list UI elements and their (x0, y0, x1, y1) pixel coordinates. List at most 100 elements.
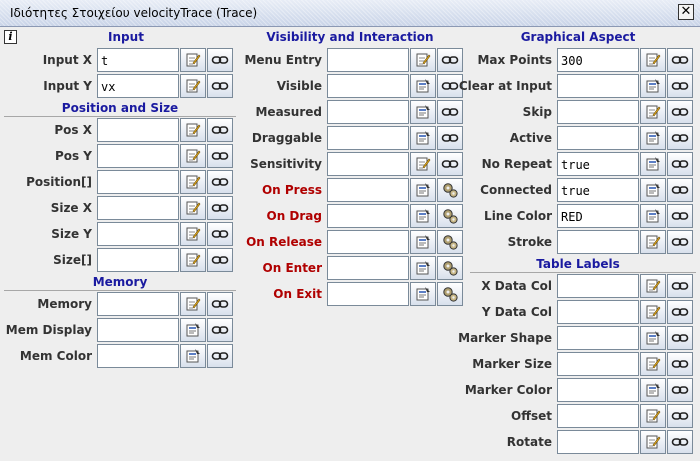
link-button[interactable] (667, 430, 693, 454)
link-button[interactable] (667, 126, 693, 150)
close-button[interactable]: ✕ (678, 4, 694, 20)
options-button[interactable] (410, 178, 436, 202)
property-value-field[interactable]: RED (557, 204, 639, 228)
property-value-field[interactable] (557, 126, 639, 150)
edit-button[interactable] (180, 118, 206, 142)
property-value-field[interactable] (557, 100, 639, 124)
options-button[interactable] (180, 318, 206, 342)
link-button[interactable] (207, 196, 233, 220)
link-button[interactable] (437, 100, 463, 124)
options-button[interactable] (640, 326, 666, 350)
link-button[interactable] (207, 344, 233, 368)
options-button[interactable] (410, 126, 436, 150)
property-value-field[interactable] (327, 178, 409, 202)
options-button[interactable] (640, 74, 666, 98)
property-value-field[interactable]: t (97, 48, 179, 72)
link-button[interactable] (667, 152, 693, 176)
link-button[interactable] (207, 74, 233, 98)
edit-button[interactable] (640, 300, 666, 324)
edit-button[interactable] (640, 100, 666, 124)
edit-button[interactable] (180, 144, 206, 168)
link-button[interactable] (667, 352, 693, 376)
property-value-field[interactable] (557, 378, 639, 402)
gears-button[interactable] (437, 204, 463, 228)
property-value-field[interactable] (97, 248, 179, 272)
link-button[interactable] (667, 48, 693, 72)
edit-button[interactable] (410, 152, 436, 176)
property-value-field[interactable] (327, 282, 409, 306)
link-button[interactable] (207, 318, 233, 342)
options-button[interactable] (410, 230, 436, 254)
property-value-field[interactable]: vx (97, 74, 179, 98)
property-value-field[interactable] (327, 204, 409, 228)
options-button[interactable] (410, 256, 436, 280)
property-value-field[interactable] (97, 118, 179, 142)
gears-button[interactable] (437, 256, 463, 280)
options-button[interactable] (410, 74, 436, 98)
property-value-field[interactable] (97, 144, 179, 168)
property-value-field[interactable] (557, 352, 639, 376)
property-value-field[interactable] (327, 256, 409, 280)
edit-button[interactable] (180, 222, 206, 246)
link-button[interactable] (667, 274, 693, 298)
link-button[interactable] (667, 378, 693, 402)
property-value-field[interactable] (327, 230, 409, 254)
property-value-field[interactable]: true (557, 152, 639, 176)
link-button[interactable] (207, 248, 233, 272)
edit-button[interactable] (640, 352, 666, 376)
property-value-field[interactable] (557, 404, 639, 428)
property-value-field[interactable] (97, 318, 179, 342)
property-value-field[interactable] (97, 292, 179, 316)
link-button[interactable] (207, 48, 233, 72)
link-button[interactable] (207, 292, 233, 316)
property-value-field[interactable] (97, 170, 179, 194)
gears-button[interactable] (437, 282, 463, 306)
property-value-field[interactable]: true (557, 178, 639, 202)
edit-button[interactable] (180, 48, 206, 72)
edit-button[interactable] (180, 292, 206, 316)
gears-button[interactable] (437, 178, 463, 202)
options-button[interactable] (640, 378, 666, 402)
edit-button[interactable] (640, 404, 666, 428)
edit-button[interactable] (640, 230, 666, 254)
edit-button[interactable] (640, 48, 666, 72)
options-button[interactable] (410, 100, 436, 124)
link-button[interactable] (207, 222, 233, 246)
link-button[interactable] (437, 126, 463, 150)
options-button[interactable] (410, 282, 436, 306)
edit-button[interactable] (640, 430, 666, 454)
edit-button[interactable] (410, 48, 436, 72)
edit-button[interactable] (640, 274, 666, 298)
property-value-field[interactable] (557, 300, 639, 324)
property-value-field[interactable] (327, 152, 409, 176)
gears-button[interactable] (437, 230, 463, 254)
link-button[interactable] (667, 178, 693, 202)
link-button[interactable] (207, 170, 233, 194)
link-button[interactable] (667, 74, 693, 98)
property-value-field[interactable] (557, 74, 639, 98)
options-button[interactable] (410, 204, 436, 228)
link-button[interactable] (207, 144, 233, 168)
property-value-field[interactable] (97, 196, 179, 220)
link-button[interactable] (667, 300, 693, 324)
link-button[interactable] (667, 100, 693, 124)
link-button[interactable] (667, 204, 693, 228)
options-button[interactable] (640, 126, 666, 150)
link-button[interactable] (437, 152, 463, 176)
link-button[interactable] (667, 326, 693, 350)
property-value-field[interactable] (327, 48, 409, 72)
options-button[interactable] (640, 152, 666, 176)
link-button[interactable] (667, 230, 693, 254)
link-button[interactable] (667, 404, 693, 428)
options-button[interactable] (180, 344, 206, 368)
edit-button[interactable] (180, 74, 206, 98)
options-button[interactable] (640, 178, 666, 202)
edit-button[interactable] (180, 170, 206, 194)
property-value-field[interactable] (97, 344, 179, 368)
options-button[interactable] (640, 204, 666, 228)
property-value-field[interactable] (557, 230, 639, 254)
property-value-field[interactable] (97, 222, 179, 246)
property-value-field[interactable] (557, 430, 639, 454)
property-value-field[interactable] (557, 326, 639, 350)
link-button[interactable] (207, 118, 233, 142)
